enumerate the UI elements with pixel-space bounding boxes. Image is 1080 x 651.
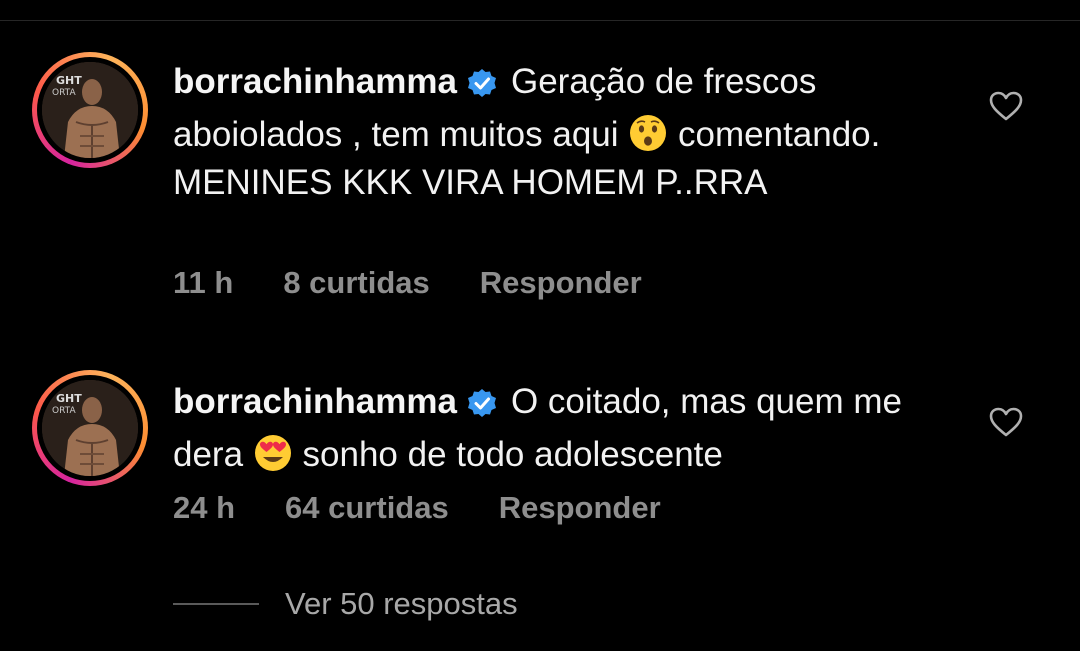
comment-body: borrachinhamma Geração de frescos aboiola… bbox=[173, 58, 953, 207]
replies-divider bbox=[173, 603, 259, 605]
comment-meta: 24 h 64 curtidas Responder bbox=[173, 490, 711, 526]
comment-likes[interactable]: 64 curtidas bbox=[285, 490, 449, 525]
comment-likes[interactable]: 8 curtidas bbox=[283, 265, 429, 300]
comment-time: 24 h bbox=[173, 490, 236, 525]
svg-text:ORTA: ORTA bbox=[52, 88, 76, 98]
svg-text:GHT: GHT bbox=[56, 392, 82, 405]
comment-body: borrachinhamma O coitado, mas quem me der… bbox=[173, 378, 953, 479]
avatar-image: GHT ORTA bbox=[42, 380, 138, 476]
heart-icon[interactable] bbox=[988, 90, 1024, 122]
avatar[interactable]: GHT ORTA bbox=[32, 52, 148, 168]
reply-button[interactable]: Responder bbox=[499, 490, 661, 525]
comment-username[interactable]: borrachinhamma bbox=[173, 62, 457, 101]
verified-badge-icon bbox=[467, 63, 497, 111]
view-replies-label: Ver 50 respostas bbox=[285, 586, 518, 621]
heart-eyes-emoji-icon bbox=[253, 433, 293, 473]
comment-text-continued: sonho de todo adolescente bbox=[302, 435, 723, 474]
comment-meta: 11 h 8 curtidas Responder bbox=[173, 265, 692, 301]
heart-icon[interactable] bbox=[988, 406, 1024, 438]
avatar-image: GHT ORTA bbox=[42, 62, 138, 158]
svg-text:GHT: GHT bbox=[56, 74, 82, 87]
view-replies-button[interactable]: Ver 50 respostas bbox=[173, 584, 518, 624]
svg-text:ORTA: ORTA bbox=[52, 406, 76, 416]
verified-badge-icon bbox=[467, 383, 497, 431]
avatar[interactable]: GHT ORTA bbox=[32, 370, 148, 486]
comment-username[interactable]: borrachinhamma bbox=[173, 382, 457, 421]
reply-button[interactable]: Responder bbox=[480, 265, 642, 300]
comment-time: 11 h bbox=[173, 265, 234, 300]
top-divider bbox=[0, 0, 1080, 21]
hushed-face-emoji-icon bbox=[628, 113, 668, 153]
